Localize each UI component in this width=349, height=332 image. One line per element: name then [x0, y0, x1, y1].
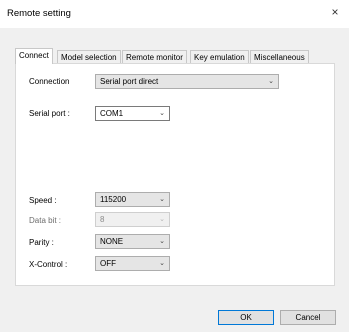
x-control-value: OFF: [100, 259, 116, 268]
chevron-down-icon: ⌄: [159, 260, 165, 267]
chevron-down-icon: ⌄: [159, 110, 165, 117]
connect-panel: Connection Serial port direct ⌄ Serial p…: [15, 63, 335, 286]
data-bit-select: 8 ⌄: [95, 212, 170, 227]
chevron-down-icon: ⌄: [268, 78, 274, 85]
x-control-label: X-Control :: [29, 260, 68, 269]
tab-miscellaneous[interactable]: Miscellaneous: [250, 50, 309, 63]
data-bit-label: Data bit :: [29, 216, 62, 225]
parity-select[interactable]: NONE ⌄: [95, 234, 170, 249]
parity-label: Parity :: [29, 238, 54, 247]
x-control-select[interactable]: OFF ⌄: [95, 256, 170, 271]
ok-button[interactable]: OK: [218, 310, 274, 325]
serial-port-label: Serial port :: [29, 109, 70, 118]
cancel-button[interactable]: Cancel: [280, 310, 336, 325]
data-bit-value: 8: [100, 215, 105, 224]
tab-connect[interactable]: Connect: [15, 48, 53, 64]
chevron-down-icon: ⌄: [159, 238, 165, 245]
speed-value: 115200: [100, 195, 127, 204]
title-bar: Remote setting ×: [0, 0, 349, 28]
parity-value: NONE: [100, 237, 124, 246]
close-icon[interactable]: ×: [327, 4, 343, 20]
serial-port-select[interactable]: COM1 ⌄: [95, 106, 170, 121]
connection-select[interactable]: Serial port direct ⌄: [95, 74, 279, 89]
tab-model-selection[interactable]: Model selection: [57, 50, 121, 63]
tab-key-emulation[interactable]: Key emulation: [190, 50, 249, 63]
serial-port-value: COM1: [100, 109, 124, 118]
speed-label: Speed :: [29, 196, 57, 205]
speed-select[interactable]: 115200 ⌄: [95, 192, 170, 207]
connection-value: Serial port direct: [100, 77, 159, 86]
chevron-down-icon: ⌄: [159, 216, 165, 223]
tab-remote-monitor[interactable]: Remote monitor: [122, 50, 187, 63]
window-title: Remote setting: [7, 8, 71, 19]
connection-label: Connection: [29, 77, 70, 86]
chevron-down-icon: ⌄: [159, 196, 165, 203]
